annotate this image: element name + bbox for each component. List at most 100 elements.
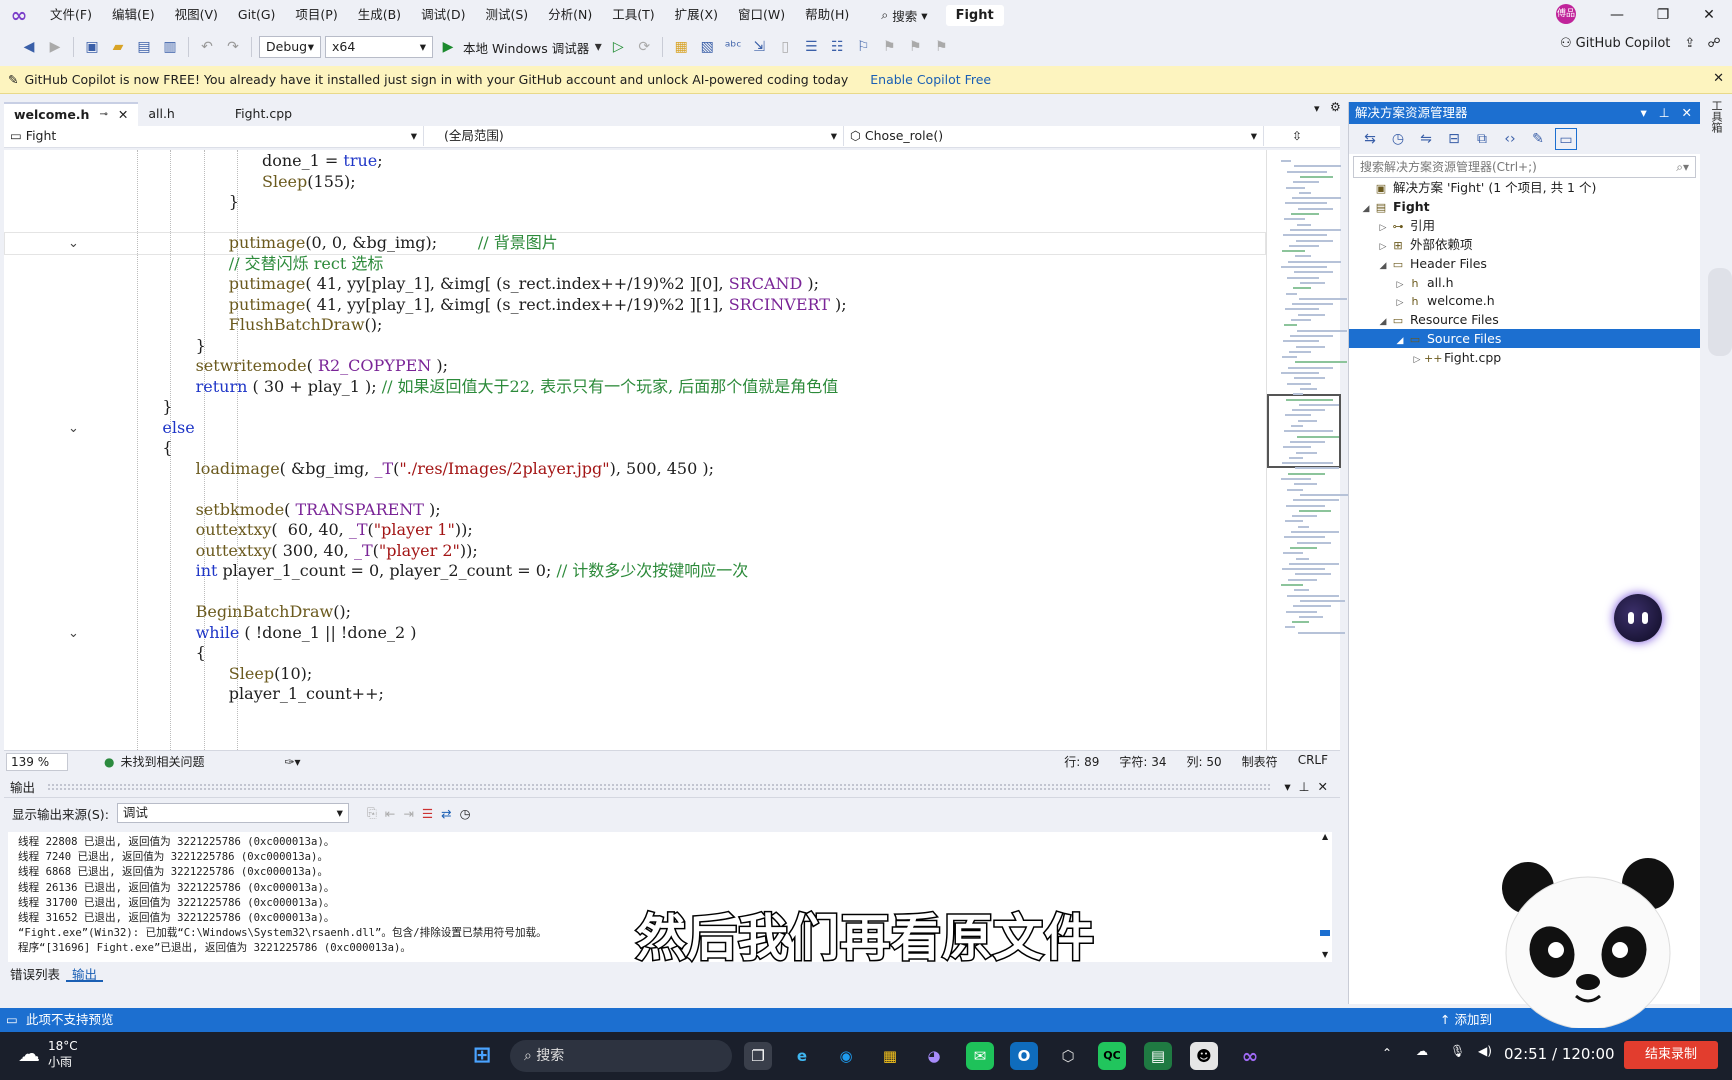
col-number[interactable]: 列: 50 (1187, 753, 1222, 770)
minimap[interactable] (1266, 150, 1353, 750)
side-handle[interactable] (1708, 268, 1732, 356)
run-debugger-button[interactable]: 本地 Windows 调试器 (463, 38, 589, 57)
tree-item[interactable]: ▷ ++ Fight.cpp (1349, 348, 1701, 367)
assistant-icon[interactable]: ◕ (920, 1042, 948, 1070)
output-scrollbar[interactable]: ▲ ▼ (1318, 832, 1332, 962)
menu-item[interactable]: 工具(T) (602, 0, 664, 30)
unity-icon[interactable]: ⬡ (1054, 1042, 1082, 1070)
new-project-icon[interactable]: ▣ (81, 36, 103, 58)
timestamp-icon[interactable]: ◷ (460, 806, 471, 821)
line-number[interactable]: 行: 89 (1064, 753, 1099, 770)
code-line[interactable]: } (4, 396, 1266, 419)
code-line[interactable]: } (4, 335, 1266, 358)
menu-item[interactable]: 编辑(E) (102, 0, 165, 30)
drag-handle[interactable] (47, 782, 1273, 791)
menu-item[interactable]: 测试(S) (475, 0, 538, 30)
menu-item[interactable]: Git(G) (228, 0, 286, 30)
browser-icon[interactable]: ◉ (832, 1042, 860, 1070)
edge-icon[interactable]: e (788, 1042, 816, 1070)
enable-copilot-link[interactable]: Enable Copilot Free (870, 72, 991, 87)
assistant-bot-icon[interactable] (1614, 594, 1662, 642)
undo-icon[interactable]: ↶ (196, 36, 218, 58)
feedback-icon[interactable]: ☍ (1707, 36, 1720, 51)
visual-studio-icon[interactable]: ∞ (1236, 1042, 1264, 1070)
issues-text[interactable]: 未找到相关问题 (120, 753, 204, 770)
store-icon[interactable]: ▦ (876, 1042, 904, 1070)
browse-icon[interactable]: ▦ (670, 36, 692, 58)
tabs-indicator[interactable]: 制表符 (1242, 753, 1278, 770)
pin-icon[interactable]: ⊥ (1299, 779, 1310, 794)
tree-item[interactable]: ◢ ▭ Header Files (1349, 254, 1701, 273)
tree-item[interactable]: ▷ ⊶ 引用 (1349, 216, 1701, 235)
scroll-thumb[interactable] (1320, 930, 1330, 936)
close-icon[interactable]: ✕ (1318, 779, 1328, 794)
qt-icon[interactable]: QC (1098, 1042, 1126, 1070)
code-line[interactable]: return ( 30 + play_1 ); // 如果返回值大于22, 表示… (4, 376, 1266, 399)
tree-item[interactable]: ◢ ▭ Resource Files (1349, 310, 1701, 329)
tree-item[interactable]: ◢ ▤ Fight (1349, 197, 1701, 216)
tree-item[interactable]: ▷ h welcome.h (1349, 291, 1701, 310)
zoom-select[interactable]: 139 % (6, 752, 68, 771)
code-icon[interactable]: ‹› (1499, 128, 1521, 150)
tree-item[interactable]: ◢ ▭ Source Files (1349, 329, 1701, 349)
play-icon[interactable]: ▶ (437, 36, 459, 58)
maximize-icon[interactable]: ❐ (1640, 0, 1686, 30)
code-line[interactable]: outtextxy( 300, 40, _T("player 2")); (4, 540, 1266, 563)
collapse-all-icon[interactable]: ⊟ (1443, 128, 1465, 150)
menu-item[interactable]: 生成(B) (348, 0, 411, 30)
gear-icon[interactable]: ⚙ (1330, 100, 1341, 114)
code-line[interactable]: FlushBatchDraw(); (4, 314, 1266, 337)
back-icon[interactable]: ◀ (18, 36, 40, 58)
collapsed-arrow-icon[interactable]: ▷ (1410, 351, 1424, 370)
code-line[interactable]: done_1 = true; (4, 150, 1266, 173)
microphone-icon[interactable]: 🎙 (1450, 1044, 1465, 1058)
chevron-up-icon[interactable]: ⌃ (1382, 1046, 1392, 1060)
next-message-icon[interactable]: ⇥ (403, 806, 413, 821)
indent-icon[interactable]: ☰ (800, 36, 822, 58)
code-line[interactable]: loadimage( &bg_img, _T("./res/Images/2pl… (4, 458, 1266, 481)
add-to-source-control[interactable]: ↑ 添加到 (1440, 1008, 1492, 1032)
task-view-icon[interactable]: ❐ (744, 1042, 772, 1070)
scope-dropdown[interactable]: (全局范围) ▾ (424, 126, 844, 146)
close-icon[interactable]: ✕ (1682, 105, 1692, 120)
menu-item[interactable]: 窗口(W) (728, 0, 795, 30)
code-line[interactable]: Sleep(10); (4, 663, 1266, 686)
outdent-icon[interactable]: ☷ (826, 36, 848, 58)
forward-icon[interactable]: ▶ (44, 36, 66, 58)
open-folder-icon[interactable]: ▰ (107, 36, 129, 58)
switch-views-icon[interactable]: ⇋ (1415, 128, 1437, 150)
hot-reload-icon[interactable]: ⟳ (633, 36, 655, 58)
code-line[interactable]: } (4, 191, 1266, 214)
close-icon[interactable]: ✕ (118, 103, 128, 127)
windows-start-icon[interactable]: ⊞ (468, 1042, 496, 1070)
sync-icon[interactable]: ⇆ (1359, 128, 1381, 150)
chevron-down-icon[interactable]: ▾ (1641, 105, 1647, 120)
member-dropdown[interactable]: ⬡ Chose_role() ▾ (844, 126, 1264, 146)
tab-output[interactable]: 输出 (66, 964, 104, 982)
share-icon[interactable]: ⇪ (1684, 36, 1695, 51)
scroll-down-icon[interactable]: ▼ (1322, 950, 1328, 959)
toolbox-tab[interactable]: 工具箱 (1708, 100, 1724, 133)
chevron-down-icon[interactable]: ▾ (1314, 102, 1320, 115)
eol-indicator[interactable]: CRLF (1298, 753, 1328, 770)
tree-item[interactable]: ▣ 解决方案 'Fight' (1 个项目, 共 1 个) (1349, 178, 1701, 197)
find-icon[interactable]: ⎘ (367, 805, 377, 821)
output-source-select[interactable]: 调试 ▾ (116, 803, 349, 823)
spell-check-icon[interactable]: ᵃᵇᶜ (722, 36, 744, 58)
code-line[interactable]: setbkmode( TRANSPARENT ); (4, 499, 1266, 522)
sheets-icon[interactable]: ▤ (1144, 1042, 1172, 1070)
code-line[interactable]: ⌄ putimage(0, 0, &bg_img); // 背景图片 (4, 232, 1266, 255)
speaker-icon[interactable]: ◀) (1478, 1044, 1492, 1058)
code-line[interactable] (4, 212, 1266, 235)
minimize-icon[interactable]: — (1594, 0, 1640, 30)
outlook-icon[interactable]: O (1010, 1042, 1038, 1070)
step-icon[interactable]: ⇲ (748, 36, 770, 58)
close-icon[interactable]: ✕ (1686, 0, 1732, 30)
char-number[interactable]: 字符: 34 (1119, 753, 1166, 770)
bookmark-clear-icon[interactable]: ⚑ (930, 36, 952, 58)
code-line[interactable]: ⌄ while ( !done_1 || !done_2 ) (4, 622, 1266, 645)
code-line[interactable]: setwritemode( R2_COPYPEN ); (4, 355, 1266, 378)
solution-search-input[interactable]: 搜索解决方案资源管理器(Ctrl+;) ⌕▾ (1353, 156, 1696, 178)
tab-all-h[interactable]: all.h (138, 102, 185, 126)
save-all-icon[interactable]: ▥ (159, 36, 181, 58)
